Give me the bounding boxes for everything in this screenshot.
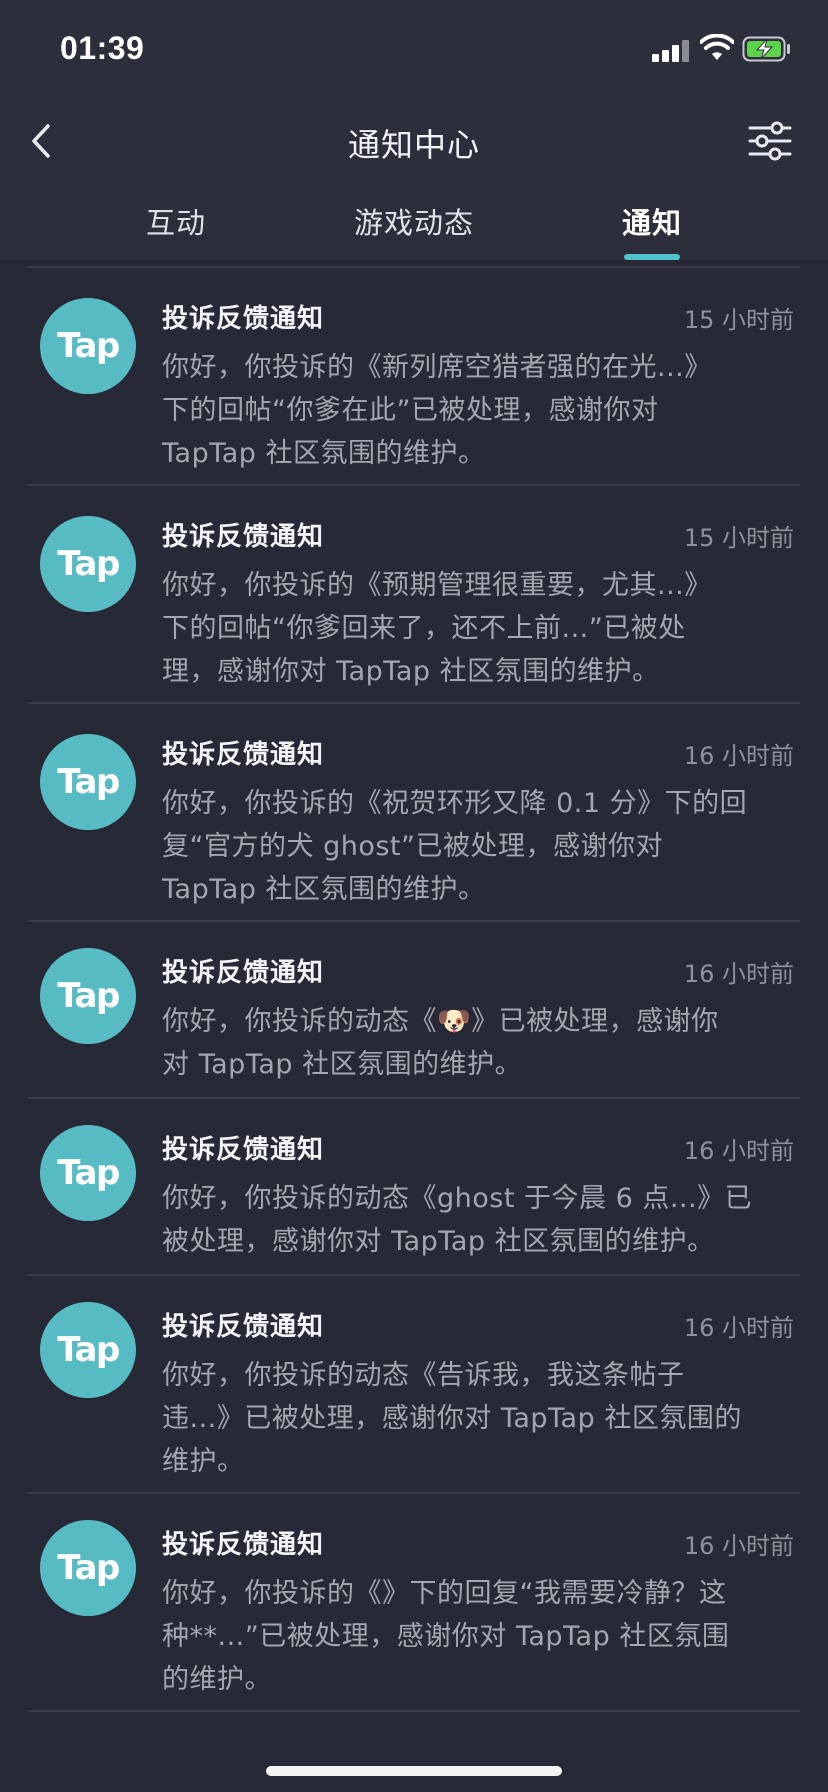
notification-item[interactable]: Tap 投诉反馈通知 16 小时前 你好，你投诉的动态《🐶》已被处理，感谢你 对… (0, 922, 828, 1097)
notification-body-line: 违...》已被处理，感谢你对 TapTap 社区氛围的 (162, 1403, 742, 1434)
taptap-logo-text: Tap (57, 544, 120, 584)
home-indicator[interactable] (266, 1766, 562, 1776)
notification-item[interactable]: Tap 投诉反馈通知 16 小时前 你好，你投诉的《祝贺环形又降 0.1 分》下… (0, 704, 828, 920)
taptap-avatar: Tap (40, 734, 136, 830)
taptap-logo-text: Tap (57, 976, 120, 1016)
notification-body: 你好，你投诉的《新列席空猎者强的在光...》 下的回帖“你爹在此”已被处理，感谢… (162, 346, 802, 475)
wifi-icon (700, 34, 734, 60)
notification-body: 你好，你投诉的动态《告诉我，我这条帖子 违...》已被处理，感谢你对 TapTa… (162, 1354, 802, 1483)
tab-interaction[interactable]: 互动 (146, 200, 206, 242)
notification-body-line: 理，感谢你对 TapTap 社区氛围的维护。 (162, 656, 660, 687)
notification-time: 15 小时前 (683, 306, 794, 334)
taptap-logo-text: Tap (57, 326, 120, 366)
taptap-avatar: Tap (40, 1520, 136, 1616)
status-time: 01:39 (60, 30, 145, 66)
tab-bar: 互动 游戏动态 通知 (0, 184, 828, 260)
notification-body-line: 下的回帖“你爹回来了，还不上前...”已被处 (162, 613, 686, 644)
notification-body-line: 你好，你投诉的《》下的回复“我需要冷静？这 (162, 1578, 727, 1609)
notification-body: 你好，你投诉的《预期管理很重要，尤其...》 下的回帖“你爹回来了，还不上前..… (162, 564, 802, 693)
taptap-logo-text: Tap (57, 1548, 120, 1588)
notification-item[interactable]: Tap 投诉反馈通知 15 小时前 你好，你投诉的《新列席空猎者强的在光...》… (0, 268, 828, 484)
notification-title: 投诉反馈通知 (162, 304, 325, 334)
cellular-signal-icon (652, 38, 690, 62)
top-header: 01:39 通知中心 互动 游戏动态 通知 (0, 0, 828, 260)
taptap-logo-text: Tap (57, 762, 120, 802)
notification-title: 投诉反馈通知 (162, 1135, 325, 1165)
notification-time: 15 小时前 (683, 524, 794, 552)
notification-time: 16 小时前 (683, 1314, 794, 1342)
notification-title: 投诉反馈通知 (162, 958, 325, 988)
notification-body-line: 你好，你投诉的动态《ghost 于今晨 6 点...》已 (162, 1183, 753, 1214)
notification-body-line: TapTap 社区氛围的维护。 (162, 874, 486, 905)
taptap-avatar: Tap (40, 516, 136, 612)
notification-title: 投诉反馈通知 (162, 1312, 325, 1342)
notification-title: 投诉反馈通知 (162, 522, 325, 552)
notification-body: 你好，你投诉的动态《🐶》已被处理，感谢你 对 TapTap 社区氛围的维护。 (162, 1000, 802, 1086)
notification-time: 16 小时前 (683, 1137, 794, 1165)
notification-body-line: TapTap 社区氛围的维护。 (162, 438, 486, 469)
tab-game-updates[interactable]: 游戏动态 (354, 200, 474, 242)
notification-body: 你好，你投诉的《》下的回复“我需要冷静？这 种**...”已被处理，感谢你对 T… (162, 1572, 802, 1701)
notification-item[interactable]: Tap 投诉反馈通知 16 小时前 你好，你投诉的动态《ghost 于今晨 6 … (0, 1099, 828, 1274)
notification-item[interactable]: Tap 投诉反馈通知 15 小时前 你好，你投诉的《预期管理很重要，尤其...》… (0, 486, 828, 702)
notification-item[interactable]: Tap 投诉反馈通知 16 小时前 你好，你投诉的《》下的回复“我需要冷静？这 … (0, 1494, 828, 1710)
taptap-avatar: Tap (40, 298, 136, 394)
notification-time: 16 小时前 (683, 960, 794, 988)
list-divider (28, 1710, 800, 1712)
notification-item[interactable]: Tap 投诉反馈通知 16 小时前 你好，你投诉的动态《告诉我，我这条帖子 违.… (0, 1276, 828, 1492)
notification-body-line: 维护。 (162, 1446, 245, 1477)
status-bar: 01:39 (0, 0, 828, 100)
notification-list: Tap 投诉反馈通知 15 小时前 你好，你投诉的《新列席空猎者强的在光...》… (0, 260, 828, 1712)
notification-body: 你好，你投诉的《祝贺环形又降 0.1 分》下的回 复“官方的犬 ghost”已被… (162, 782, 802, 911)
notification-body-line: 你好，你投诉的动态《告诉我，我这条帖子 (162, 1360, 685, 1391)
notification-body-line: 复“官方的犬 ghost”已被处理，感谢你对 (162, 831, 663, 862)
notification-time: 16 小时前 (683, 1532, 794, 1560)
notification-body-line: 被处理，感谢你对 TapTap 社区氛围的维护。 (162, 1226, 715, 1257)
taptap-avatar: Tap (40, 948, 136, 1044)
notification-body-line: 你好，你投诉的《祝贺环形又降 0.1 分》下的回 (162, 788, 748, 819)
notification-body-line: 你好，你投诉的《新列席空猎者强的在光...》 (162, 352, 712, 383)
page-title: 通知中心 (347, 126, 480, 164)
taptap-logo-text: Tap (57, 1330, 120, 1370)
notification-body: 你好，你投诉的动态《ghost 于今晨 6 点...》已 被处理，感谢你对 Ta… (162, 1177, 802, 1263)
notification-title: 投诉反馈通知 (162, 740, 325, 770)
battery-charging-icon (742, 36, 790, 62)
notification-body-line: 的维护。 (162, 1664, 272, 1695)
notification-body-line: 种**...”已被处理，感谢你对 TapTap 社区氛围 (162, 1621, 730, 1652)
notification-body-line: 你好，你投诉的动态《🐶》已被处理，感谢你 (162, 1006, 719, 1037)
notification-body-line: 你好，你投诉的《预期管理很重要，尤其...》 (162, 570, 712, 601)
notification-body-line: 对 TapTap 社区氛围的维护。 (162, 1049, 523, 1080)
tab-notifications[interactable]: 通知 (622, 200, 682, 242)
filter-sliders-icon[interactable] (746, 116, 794, 166)
notification-body-line: 下的回帖“你爹在此”已被处理，感谢你对 (162, 395, 659, 426)
notification-time: 16 小时前 (683, 742, 794, 770)
taptap-avatar: Tap (40, 1125, 136, 1221)
notification-title: 投诉反馈通知 (162, 1530, 325, 1560)
taptap-avatar: Tap (40, 1302, 136, 1398)
navigation-bar: 通知中心 (0, 100, 828, 184)
taptap-logo-text: Tap (57, 1153, 120, 1193)
